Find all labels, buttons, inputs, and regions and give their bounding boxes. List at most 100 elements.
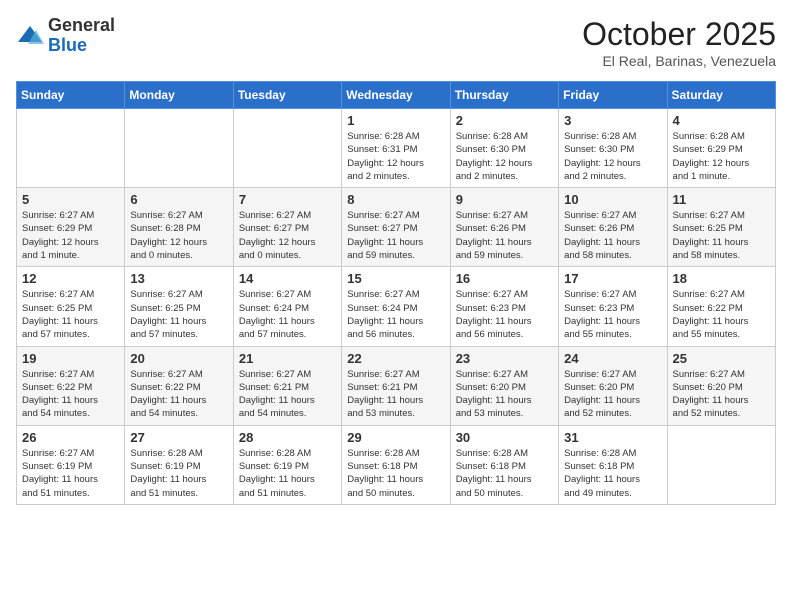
day-info: Sunrise: 6:27 AM Sunset: 6:25 PM Dayligh… xyxy=(130,288,227,341)
day-number: 30 xyxy=(456,430,553,445)
day-header-sunday: Sunday xyxy=(17,82,125,109)
calendar-cell xyxy=(125,109,233,188)
calendar-cell: 12 Sunrise: 6:27 AM Sunset: 6:25 PM Dayli… xyxy=(17,267,125,346)
day-header-tuesday: Tuesday xyxy=(233,82,341,109)
day-number: 19 xyxy=(22,351,119,366)
day-number: 3 xyxy=(564,113,661,128)
day-number: 6 xyxy=(130,192,227,207)
calendar: SundayMondayTuesdayWednesdayThursdayFrid… xyxy=(16,81,776,505)
day-info: Sunrise: 6:27 AM Sunset: 6:25 PM Dayligh… xyxy=(22,288,119,341)
calendar-cell: 2 Sunrise: 6:28 AM Sunset: 6:30 PM Daylig… xyxy=(450,109,558,188)
logo-text: General Blue xyxy=(48,16,115,56)
day-number: 9 xyxy=(456,192,553,207)
day-info: Sunrise: 6:27 AM Sunset: 6:25 PM Dayligh… xyxy=(673,209,770,262)
day-number: 11 xyxy=(673,192,770,207)
day-number: 26 xyxy=(22,430,119,445)
day-info: Sunrise: 6:28 AM Sunset: 6:31 PM Dayligh… xyxy=(347,130,444,183)
day-info: Sunrise: 6:27 AM Sunset: 6:21 PM Dayligh… xyxy=(239,368,336,421)
calendar-cell: 15 Sunrise: 6:27 AM Sunset: 6:24 PM Dayli… xyxy=(342,267,450,346)
day-info: Sunrise: 6:27 AM Sunset: 6:28 PM Dayligh… xyxy=(130,209,227,262)
title-section: October 2025 El Real, Barinas, Venezuela xyxy=(582,16,776,69)
calendar-cell: 16 Sunrise: 6:27 AM Sunset: 6:23 PM Dayli… xyxy=(450,267,558,346)
day-number: 22 xyxy=(347,351,444,366)
calendar-cell: 13 Sunrise: 6:27 AM Sunset: 6:25 PM Dayli… xyxy=(125,267,233,346)
day-number: 8 xyxy=(347,192,444,207)
day-number: 29 xyxy=(347,430,444,445)
day-header-monday: Monday xyxy=(125,82,233,109)
calendar-cell: 21 Sunrise: 6:27 AM Sunset: 6:21 PM Dayli… xyxy=(233,346,341,425)
day-number: 13 xyxy=(130,271,227,286)
calendar-cell: 4 Sunrise: 6:28 AM Sunset: 6:29 PM Daylig… xyxy=(667,109,775,188)
day-info: Sunrise: 6:28 AM Sunset: 6:30 PM Dayligh… xyxy=(456,130,553,183)
calendar-cell: 22 Sunrise: 6:27 AM Sunset: 6:21 PM Dayli… xyxy=(342,346,450,425)
calendar-cell: 24Sunrise: 6:27 AM Sunset: 6:20 PM Dayli… xyxy=(559,346,667,425)
calendar-header-row: SundayMondayTuesdayWednesdayThursdayFrid… xyxy=(17,82,776,109)
calendar-cell: 9 Sunrise: 6:27 AM Sunset: 6:26 PM Daylig… xyxy=(450,188,558,267)
day-number: 16 xyxy=(456,271,553,286)
calendar-week-4: 19 Sunrise: 6:27 AM Sunset: 6:22 PM Dayli… xyxy=(17,346,776,425)
day-info: Sunrise: 6:27 AM Sunset: 6:27 PM Dayligh… xyxy=(239,209,336,262)
calendar-cell: 11 Sunrise: 6:27 AM Sunset: 6:25 PM Dayli… xyxy=(667,188,775,267)
calendar-cell: 8 Sunrise: 6:27 AM Sunset: 6:27 PM Daylig… xyxy=(342,188,450,267)
day-number: 25 xyxy=(673,351,770,366)
day-info: Sunrise: 6:27 AM Sunset: 6:20 PM Dayligh… xyxy=(456,368,553,421)
day-number: 24 xyxy=(564,351,661,366)
day-info: Sunrise: 6:28 AM Sunset: 6:18 PM Dayligh… xyxy=(347,447,444,500)
day-number: 15 xyxy=(347,271,444,286)
day-info: Sunrise: 6:27 AM Sunset: 6:20 PM Dayligh… xyxy=(673,368,770,421)
day-number: 7 xyxy=(239,192,336,207)
day-info: Sunrise: 6:27 AM Sunset: 6:21 PM Dayligh… xyxy=(347,368,444,421)
day-number: 5 xyxy=(22,192,119,207)
calendar-cell: 25 Sunrise: 6:27 AM Sunset: 6:20 PM Dayli… xyxy=(667,346,775,425)
day-header-thursday: Thursday xyxy=(450,82,558,109)
day-number: 1 xyxy=(347,113,444,128)
calendar-week-1: 1 Sunrise: 6:28 AM Sunset: 6:31 PM Daylig… xyxy=(17,109,776,188)
calendar-week-2: 5 Sunrise: 6:27 AM Sunset: 6:29 PM Daylig… xyxy=(17,188,776,267)
calendar-week-5: 26Sunrise: 6:27 AM Sunset: 6:19 PM Dayli… xyxy=(17,425,776,504)
calendar-cell xyxy=(17,109,125,188)
day-info: Sunrise: 6:27 AM Sunset: 6:22 PM Dayligh… xyxy=(673,288,770,341)
day-info: Sunrise: 6:28 AM Sunset: 6:18 PM Dayligh… xyxy=(456,447,553,500)
calendar-cell: 30 Sunrise: 6:28 AM Sunset: 6:18 PM Dayli… xyxy=(450,425,558,504)
month-title: October 2025 xyxy=(582,16,776,53)
day-number: 12 xyxy=(22,271,119,286)
calendar-cell: 14Sunrise: 6:27 AM Sunset: 6:24 PM Dayli… xyxy=(233,267,341,346)
day-number: 31 xyxy=(564,430,661,445)
day-info: Sunrise: 6:28 AM Sunset: 6:18 PM Dayligh… xyxy=(564,447,661,500)
calendar-cell: 3 Sunrise: 6:28 AM Sunset: 6:30 PM Daylig… xyxy=(559,109,667,188)
calendar-week-3: 12 Sunrise: 6:27 AM Sunset: 6:25 PM Dayli… xyxy=(17,267,776,346)
day-number: 4 xyxy=(673,113,770,128)
day-info: Sunrise: 6:27 AM Sunset: 6:22 PM Dayligh… xyxy=(130,368,227,421)
day-info: Sunrise: 6:28 AM Sunset: 6:30 PM Dayligh… xyxy=(564,130,661,183)
logo-icon xyxy=(16,22,44,50)
day-number: 18 xyxy=(673,271,770,286)
calendar-cell: 27Sunrise: 6:28 AM Sunset: 6:19 PM Dayli… xyxy=(125,425,233,504)
day-info: Sunrise: 6:27 AM Sunset: 6:23 PM Dayligh… xyxy=(456,288,553,341)
calendar-cell: 17Sunrise: 6:27 AM Sunset: 6:23 PM Dayli… xyxy=(559,267,667,346)
day-info: Sunrise: 6:27 AM Sunset: 6:24 PM Dayligh… xyxy=(239,288,336,341)
calendar-cell: 18 Sunrise: 6:27 AM Sunset: 6:22 PM Dayli… xyxy=(667,267,775,346)
day-number: 20 xyxy=(130,351,227,366)
day-info: Sunrise: 6:28 AM Sunset: 6:19 PM Dayligh… xyxy=(239,447,336,500)
calendar-cell: 28Sunrise: 6:28 AM Sunset: 6:19 PM Dayli… xyxy=(233,425,341,504)
day-info: Sunrise: 6:27 AM Sunset: 6:24 PM Dayligh… xyxy=(347,288,444,341)
day-info: Sunrise: 6:27 AM Sunset: 6:29 PM Dayligh… xyxy=(22,209,119,262)
calendar-cell: 6 Sunrise: 6:27 AM Sunset: 6:28 PM Daylig… xyxy=(125,188,233,267)
logo: General Blue xyxy=(16,16,115,56)
day-number: 2 xyxy=(456,113,553,128)
calendar-cell: 26Sunrise: 6:27 AM Sunset: 6:19 PM Dayli… xyxy=(17,425,125,504)
logo-general: General xyxy=(48,16,115,36)
calendar-cell: 5 Sunrise: 6:27 AM Sunset: 6:29 PM Daylig… xyxy=(17,188,125,267)
calendar-cell xyxy=(233,109,341,188)
day-info: Sunrise: 6:28 AM Sunset: 6:29 PM Dayligh… xyxy=(673,130,770,183)
calendar-cell: 20 Sunrise: 6:27 AM Sunset: 6:22 PM Dayli… xyxy=(125,346,233,425)
day-info: Sunrise: 6:27 AM Sunset: 6:27 PM Dayligh… xyxy=(347,209,444,262)
day-number: 21 xyxy=(239,351,336,366)
location: El Real, Barinas, Venezuela xyxy=(582,53,776,69)
day-number: 10 xyxy=(564,192,661,207)
day-info: Sunrise: 6:28 AM Sunset: 6:19 PM Dayligh… xyxy=(130,447,227,500)
page-header: General Blue October 2025 El Real, Barin… xyxy=(16,16,776,69)
day-info: Sunrise: 6:27 AM Sunset: 6:26 PM Dayligh… xyxy=(456,209,553,262)
calendar-cell: 23Sunrise: 6:27 AM Sunset: 6:20 PM Dayli… xyxy=(450,346,558,425)
calendar-cell: 10Sunrise: 6:27 AM Sunset: 6:26 PM Dayli… xyxy=(559,188,667,267)
